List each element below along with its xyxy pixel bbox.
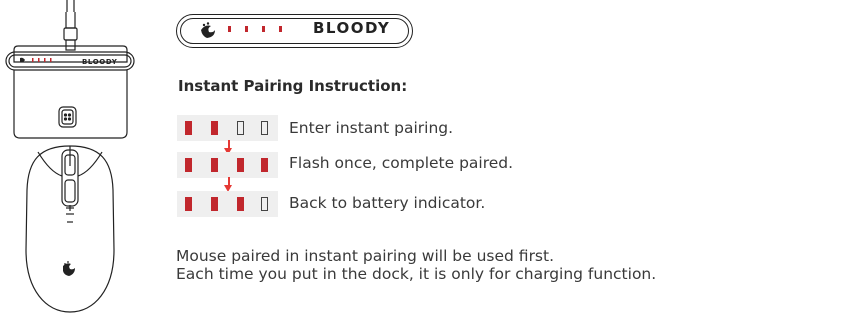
led-1 — [185, 158, 192, 172]
led-row-step-2 — [177, 152, 278, 178]
instruction-heading: Instant Pairing Instruction: — [178, 77, 408, 95]
led-2 — [211, 158, 218, 172]
strip-led-2 — [245, 26, 248, 32]
step-2-text: Flash once, complete paired. — [289, 154, 514, 172]
led-3 — [237, 197, 244, 211]
led-4 — [261, 158, 268, 172]
bloody-claw-logo-icon — [201, 22, 215, 38]
step-3-text: Back to battery indicator. — [289, 194, 486, 212]
step-1-text: Enter instant pairing. — [289, 119, 454, 137]
led-row-step-1 — [177, 115, 278, 141]
svg-text:BLOODY: BLOODY — [82, 58, 118, 66]
led-1 — [185, 121, 192, 135]
usb-cable — [63, 0, 78, 51]
mouse-logo-icon — [63, 261, 75, 276]
led-3 — [237, 158, 244, 172]
brand-led-strip: BLOODY — [176, 14, 413, 48]
strip-led-1 — [228, 26, 231, 32]
led-3 — [237, 121, 244, 135]
mouse — [25, 145, 115, 313]
dock-and-mouse-illustration: BLOODY — [5, 0, 135, 313]
led-2 — [211, 197, 218, 211]
brand-wordmark: BLOODY — [313, 19, 391, 37]
led-4 — [261, 197, 268, 211]
strip-led-3 — [262, 26, 265, 32]
led-1 — [185, 197, 192, 211]
note-line-1: Mouse paired in instant pairing will be … — [176, 247, 555, 265]
led-4 — [261, 121, 268, 135]
led-row-step-3 — [177, 191, 278, 217]
strip-led-4 — [279, 26, 282, 32]
note-line-2: Each time you put in the dock, it is onl… — [176, 265, 657, 283]
led-2 — [211, 121, 218, 135]
